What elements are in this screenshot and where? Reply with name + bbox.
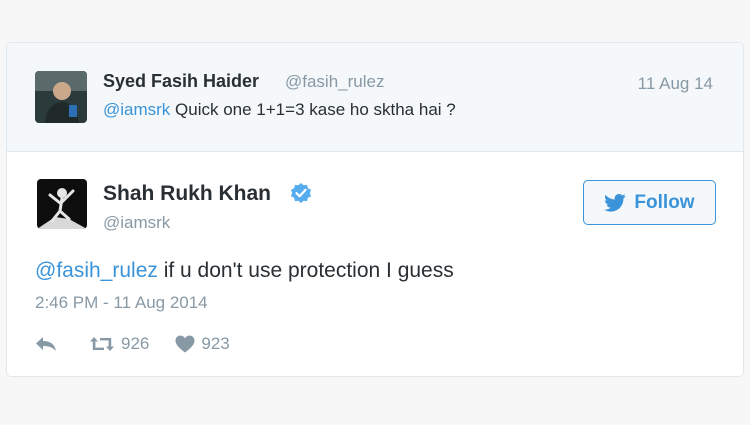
twitter-bird-icon	[604, 193, 627, 212]
parent-tweet-text: @iamsrk Quick one 1+1=3 kase ho sktha ha…	[103, 100, 456, 120]
follow-button-label: Follow	[634, 191, 695, 213]
author-name[interactable]: Shah Rukh Khan	[103, 182, 271, 206]
parent-tweet-body: Quick one 1+1=3 kase ho sktha hai ?	[170, 100, 456, 119]
reply-icon	[36, 337, 56, 351]
parent-author-handle[interactable]: @fasih_rulez	[285, 72, 384, 92]
parent-author-name[interactable]: Syed Fasih Haider	[103, 71, 259, 92]
reply-button[interactable]	[35, 336, 63, 352]
parent-tweet-date[interactable]: 11 Aug 14	[638, 74, 713, 94]
like-count: 923	[201, 334, 230, 353]
embedded-tweet-card: Syed Fasih Haider @fasih_rulez 11 Aug 14…	[6, 42, 744, 377]
parent-mention-link[interactable]: @iamsrk	[103, 100, 170, 119]
mention-link[interactable]: @fasih_rulez	[35, 259, 158, 282]
heart-icon	[175, 335, 195, 353]
follow-button[interactable]: Follow	[583, 180, 716, 225]
tweet-body: if u don't use protection I guess	[157, 259, 454, 282]
parent-tweet: Syed Fasih Haider @fasih_rulez 11 Aug 14…	[7, 43, 743, 152]
retweet-icon	[90, 337, 114, 351]
parent-author-avatar[interactable]	[35, 71, 87, 123]
retweet-button[interactable]: 926	[89, 334, 149, 354]
author-avatar[interactable]	[37, 179, 87, 229]
tweet-timestamp[interactable]: 2:46 PM - 11 Aug 2014	[35, 293, 208, 313]
retweet-count: 926	[121, 334, 150, 353]
tweet-text: @fasih_rulez if u don't use protection I…	[35, 259, 454, 283]
author-handle[interactable]: @iamsrk	[103, 213, 170, 233]
tweet-actions: 926 923	[35, 333, 256, 355]
like-button[interactable]: 923	[175, 334, 230, 354]
verified-badge-icon	[290, 182, 312, 204]
